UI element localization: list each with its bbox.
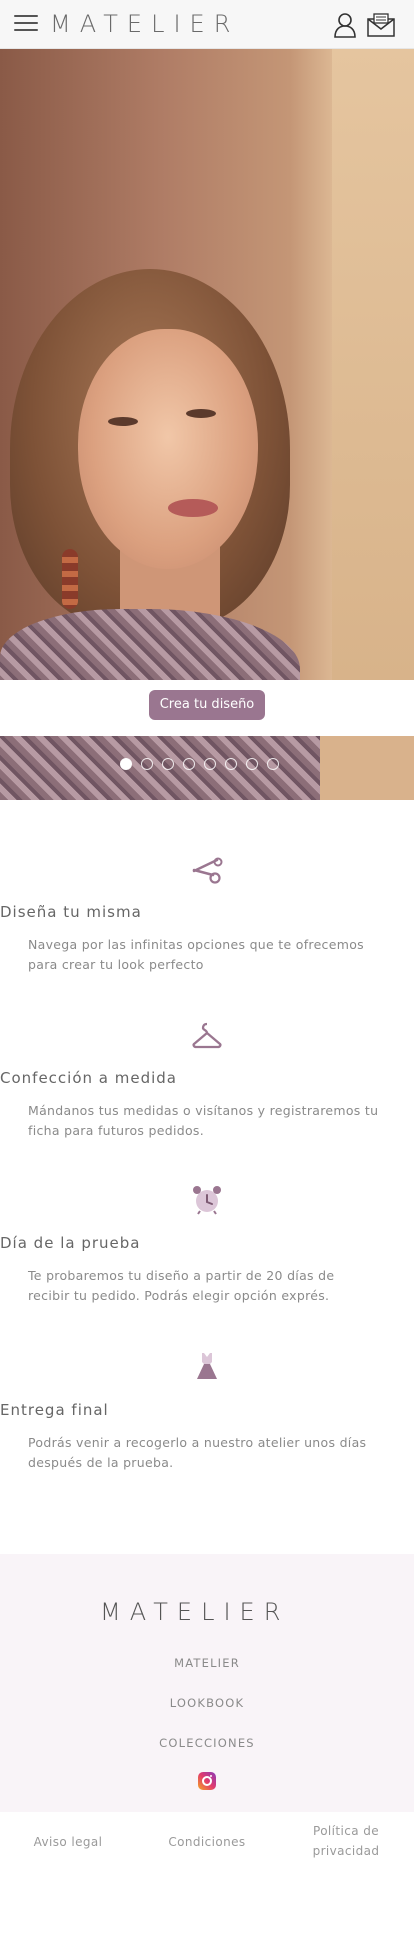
site-logo[interactable]: MATELIER — [50, 10, 239, 38]
dress-icon — [197, 1353, 217, 1379]
feature-desc-line: recibir tu pedido. Podrás elegir opción … — [28, 1288, 330, 1303]
hanger-icon — [192, 1022, 222, 1049]
feature-desc-line: Te probaremos tu diseño a partir de 20 d… — [28, 1268, 335, 1283]
hero-image — [0, 49, 414, 680]
create-design-button[interactable]: Crea tu diseño — [149, 690, 265, 720]
carousel-dots — [120, 758, 279, 770]
footer-link-lookbook[interactable]: LOOKBOOK — [0, 1696, 414, 1710]
feature-title: Diseña tu misma — [0, 903, 142, 921]
legal-link-aviso[interactable]: Aviso legal — [18, 1832, 118, 1852]
carousel-dot[interactable] — [225, 758, 237, 770]
carousel-dot[interactable] — [141, 758, 153, 770]
feature-desc-line: Navega por las infinitas opciones que te… — [28, 937, 364, 952]
carousel-dot[interactable] — [183, 758, 195, 770]
top-header: MATELIER — [0, 0, 414, 49]
user-icon[interactable] — [333, 12, 357, 38]
carousel-dot[interactable] — [246, 758, 258, 770]
carousel-dot[interactable] — [204, 758, 216, 770]
legal-link-condiciones[interactable]: Condiciones — [157, 1832, 257, 1852]
feature-desc-line: Podrás venir a recogerlo a nuestro ateli… — [28, 1435, 367, 1450]
footer-logo[interactable]: MATELIER — [100, 1598, 289, 1626]
feature-title: Confección a medida — [0, 1069, 177, 1087]
legal-link-privacy-line: privacidad — [312, 1844, 380, 1858]
carousel-dot[interactable] — [267, 758, 279, 770]
menu-icon[interactable] — [14, 15, 38, 33]
footer-link-colecciones[interactable]: COLECCIONES — [0, 1736, 414, 1750]
alarm-clock-icon — [193, 1186, 221, 1215]
feature-title: Entrega final — [0, 1401, 109, 1419]
carousel-dot[interactable] — [120, 758, 132, 770]
feature-desc-line: Mándanos tus medidas o visítanos y regis… — [28, 1103, 379, 1118]
footer-link-matelier[interactable]: MATELIER — [0, 1656, 414, 1670]
feature-desc-line: ficha para futuros pedidos. — [28, 1123, 205, 1138]
legal-link-privacy[interactable]: Política de privacidad — [296, 1821, 396, 1861]
feature-desc-line: después de la prueba. — [28, 1455, 174, 1470]
feature-desc-line: para crear tu look perfecto — [28, 957, 204, 972]
legal-link-privacy-line: Política de — [312, 1824, 380, 1838]
feature-title: Día de la prueba — [0, 1234, 141, 1252]
carousel-dot[interactable] — [162, 758, 174, 770]
mail-icon[interactable] — [367, 13, 395, 37]
instagram-icon[interactable] — [198, 1772, 216, 1790]
scissors-icon — [192, 857, 223, 884]
